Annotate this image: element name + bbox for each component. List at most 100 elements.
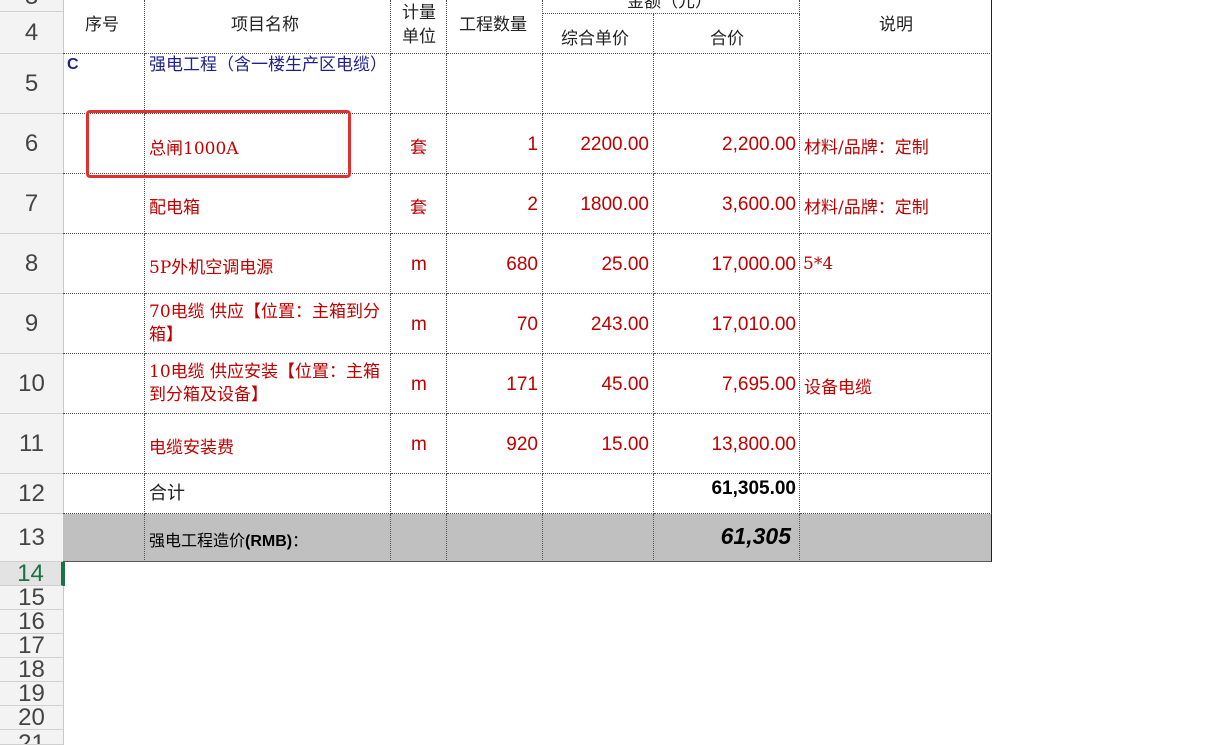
item-note-cell[interactable] [800, 294, 992, 354]
item-note-cell[interactable]: 材料/品牌：定制 [800, 114, 992, 174]
item-unit-price: 45.00 [601, 374, 649, 395]
item-qty-cell[interactable]: 1 [447, 114, 543, 174]
row-number-17[interactable]: 17 [0, 632, 63, 659]
row-number-10[interactable]: 10 [0, 354, 63, 414]
item-unit-price-cell[interactable]: 45.00 [543, 354, 654, 414]
item-qty: 680 [506, 254, 538, 275]
empty-cell[interactable] [543, 514, 654, 562]
row-number-19[interactable]: 19 [0, 680, 63, 707]
item-total-cell[interactable]: 3,600.00 [654, 174, 800, 234]
item-note-cell[interactable]: 设备电缆 [800, 354, 992, 414]
grand-total-label-cell[interactable]: 强电工程造价(RMB)： [145, 514, 391, 562]
item-unit-price-cell[interactable]: 15.00 [543, 414, 654, 474]
empty-cell[interactable] [543, 474, 654, 514]
grand-total-label-rmb: (RMB) [245, 533, 293, 550]
empty-cell[interactable] [391, 474, 447, 514]
item-qty: 2 [527, 194, 538, 215]
header-amount-group-cell[interactable]: 金额（元） [543, 0, 800, 14]
seq-cell[interactable] [63, 294, 145, 354]
item-unit-price-cell[interactable]: 25.00 [543, 234, 654, 294]
row-number-7[interactable]: 7 [0, 174, 63, 234]
row-number-4[interactable]: 4 [0, 12, 63, 54]
header-unit-cell[interactable]: 计量 单位 [391, 0, 447, 54]
item-total-cell[interactable]: 17,010.00 [654, 294, 800, 354]
header-seq-cell[interactable]: 序号 [63, 0, 145, 54]
row-number-5[interactable]: 5 [0, 54, 63, 114]
item-unit: m [411, 254, 427, 275]
section-title-cell[interactable]: 强电工程（含一楼生产区电缆） [145, 54, 391, 114]
item-note-cell[interactable] [800, 414, 992, 474]
item-name-cell[interactable]: 5P外机空调电源 [145, 234, 391, 294]
empty-cell[interactable] [391, 514, 447, 562]
item-name-cell[interactable]: 70电缆 供应【位置：主箱到分箱】 [145, 294, 391, 354]
item-unit-price-cell[interactable]: 243.00 [543, 294, 654, 354]
header-unit-price-cell[interactable]: 综合单价 [543, 14, 654, 54]
row-number-11[interactable]: 11 [0, 414, 63, 474]
empty-cell[interactable] [447, 54, 543, 114]
item-unit-price: 15.00 [601, 434, 649, 455]
row-number-18[interactable]: 18 [0, 656, 63, 683]
section-code-cell[interactable]: C [63, 54, 145, 114]
item-unit-cell[interactable]: m [391, 234, 447, 294]
seq-cell[interactable] [63, 234, 145, 294]
item-unit-price-cell[interactable]: 2200.00 [543, 114, 654, 174]
header-name-cell[interactable]: 项目名称 [145, 0, 391, 54]
subtotal-value: 61,305.00 [711, 478, 796, 499]
item-unit-cell[interactable]: m [391, 414, 447, 474]
seq-cell[interactable] [63, 414, 145, 474]
row-number-21[interactable]: 21 [0, 730, 63, 745]
item-qty-cell[interactable]: 171 [447, 354, 543, 414]
row-number-16[interactable]: 16 [0, 608, 63, 635]
empty-cell[interactable] [800, 514, 992, 562]
item-unit-cell[interactable]: m [391, 354, 447, 414]
item-unit-price-cell[interactable]: 1800.00 [543, 174, 654, 234]
header-qty-cell[interactable]: 工程数量 [447, 0, 543, 54]
item-name-cell[interactable]: 配电箱 [145, 174, 391, 234]
item-name: 配电箱 [149, 198, 200, 218]
empty-cell[interactable] [447, 514, 543, 562]
highlight-annotation-box [86, 110, 351, 178]
seq-cell[interactable] [63, 354, 145, 414]
row-number-8[interactable]: 8 [0, 234, 63, 294]
item-qty-cell[interactable]: 70 [447, 294, 543, 354]
row-number-14-selected[interactable]: 14 [0, 560, 63, 587]
row-number-15[interactable]: 15 [0, 584, 63, 611]
row-number-13[interactable]: 13 [0, 514, 63, 562]
row-number-9[interactable]: 9 [0, 294, 63, 354]
row-number-6[interactable]: 6 [0, 114, 63, 174]
grand-total-value-cell[interactable]: 61,305 [654, 514, 800, 562]
item-total-cell[interactable]: 2,200.00 [654, 114, 800, 174]
item-name-cell[interactable]: 10电缆 供应安装【位置：主箱到分箱及设备】 [145, 354, 391, 414]
header-total-price-cell[interactable]: 合价 [654, 14, 800, 54]
grand-total-seq-cell[interactable] [63, 514, 145, 562]
empty-cell[interactable] [800, 474, 992, 514]
item-note-cell[interactable]: 5*4 [800, 234, 992, 294]
row-number-3[interactable]: 3 [0, 0, 63, 12]
header-note-cell[interactable]: 说明 [800, 0, 992, 54]
empty-cell[interactable] [447, 474, 543, 514]
item-qty-cell[interactable]: 920 [447, 414, 543, 474]
seq-cell[interactable] [63, 174, 145, 234]
row-number-12[interactable]: 12 [0, 474, 63, 514]
item-total-cell[interactable]: 7,695.00 [654, 354, 800, 414]
item-qty-cell[interactable]: 2 [447, 174, 543, 234]
row-label: 7 [24, 189, 39, 217]
seq-cell[interactable] [63, 474, 145, 514]
row-number-20[interactable]: 20 [0, 704, 63, 731]
item-unit-price: 243.00 [590, 314, 649, 335]
empty-cell[interactable] [543, 54, 654, 114]
item-note-cell[interactable]: 材料/品牌：定制 [800, 174, 992, 234]
item-unit-cell[interactable]: 套 [391, 174, 447, 234]
empty-cell[interactable] [654, 54, 800, 114]
item-name: 5P外机空调电源 [149, 258, 274, 278]
item-qty-cell[interactable]: 680 [447, 234, 543, 294]
item-total-cell[interactable]: 13,800.00 [654, 414, 800, 474]
subtotal-value-cell[interactable]: 61,305.00 [654, 474, 800, 514]
subtotal-label-cell[interactable]: 合计 [145, 474, 391, 514]
empty-cell[interactable] [800, 54, 992, 114]
empty-cell[interactable] [391, 54, 447, 114]
item-name-cell[interactable]: 电缆安装费 [145, 414, 391, 474]
item-total-cell[interactable]: 17,000.00 [654, 234, 800, 294]
item-unit-cell[interactable]: m [391, 294, 447, 354]
item-unit-cell[interactable]: 套 [391, 114, 447, 174]
